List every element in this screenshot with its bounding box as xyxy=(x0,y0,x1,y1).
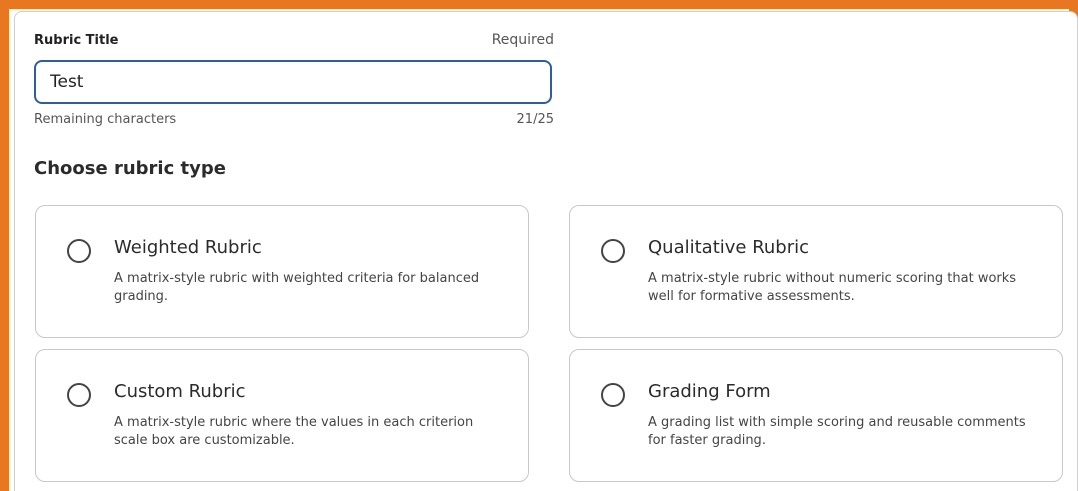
option-title: Qualitative Rubric xyxy=(648,237,810,258)
remaining-characters-label: Remaining characters xyxy=(34,112,177,127)
radio-button[interactable] xyxy=(67,383,91,407)
rubric-type-option-custom[interactable]: Custom Rubric A matrix-style rubric wher… xyxy=(35,349,529,482)
option-title: Grading Form xyxy=(648,381,771,402)
radio-button[interactable] xyxy=(601,239,625,263)
rubric-form-panel: Rubric Title Required Remaining characte… xyxy=(14,11,1078,491)
rubric-type-heading: Choose rubric type xyxy=(34,158,226,179)
radio-button[interactable] xyxy=(601,383,625,407)
rubric-type-option-weighted[interactable]: Weighted Rubric A matrix-style rubric wi… xyxy=(35,205,529,338)
option-title: Weighted Rubric xyxy=(114,237,262,258)
rubric-type-option-qualitative[interactable]: Qualitative Rubric A matrix-style rubric… xyxy=(569,205,1063,338)
character-counter-row: Remaining characters 21/25 xyxy=(34,112,554,127)
rubric-title-input[interactable] xyxy=(34,60,552,104)
character-count: 21/25 xyxy=(516,112,554,127)
rubric-title-label-row: Rubric Title Required xyxy=(34,32,554,56)
option-description: A matrix-style rubric where the values i… xyxy=(114,415,474,448)
option-description: A grading list with simple scoring and r… xyxy=(648,415,1026,448)
rubric-title-field: Rubric Title Required Remaining characte… xyxy=(34,32,554,127)
required-indicator: Required xyxy=(491,32,554,48)
option-description: A matrix-style rubric with weighted crit… xyxy=(114,271,480,304)
rubric-title-label: Rubric Title xyxy=(34,33,119,48)
option-description: A matrix-style rubric without numeric sc… xyxy=(648,271,1017,304)
option-title: Custom Rubric xyxy=(114,381,246,402)
rubric-type-option-grading-form[interactable]: Grading Form A grading list with simple … xyxy=(569,349,1063,482)
radio-button[interactable] xyxy=(67,239,91,263)
